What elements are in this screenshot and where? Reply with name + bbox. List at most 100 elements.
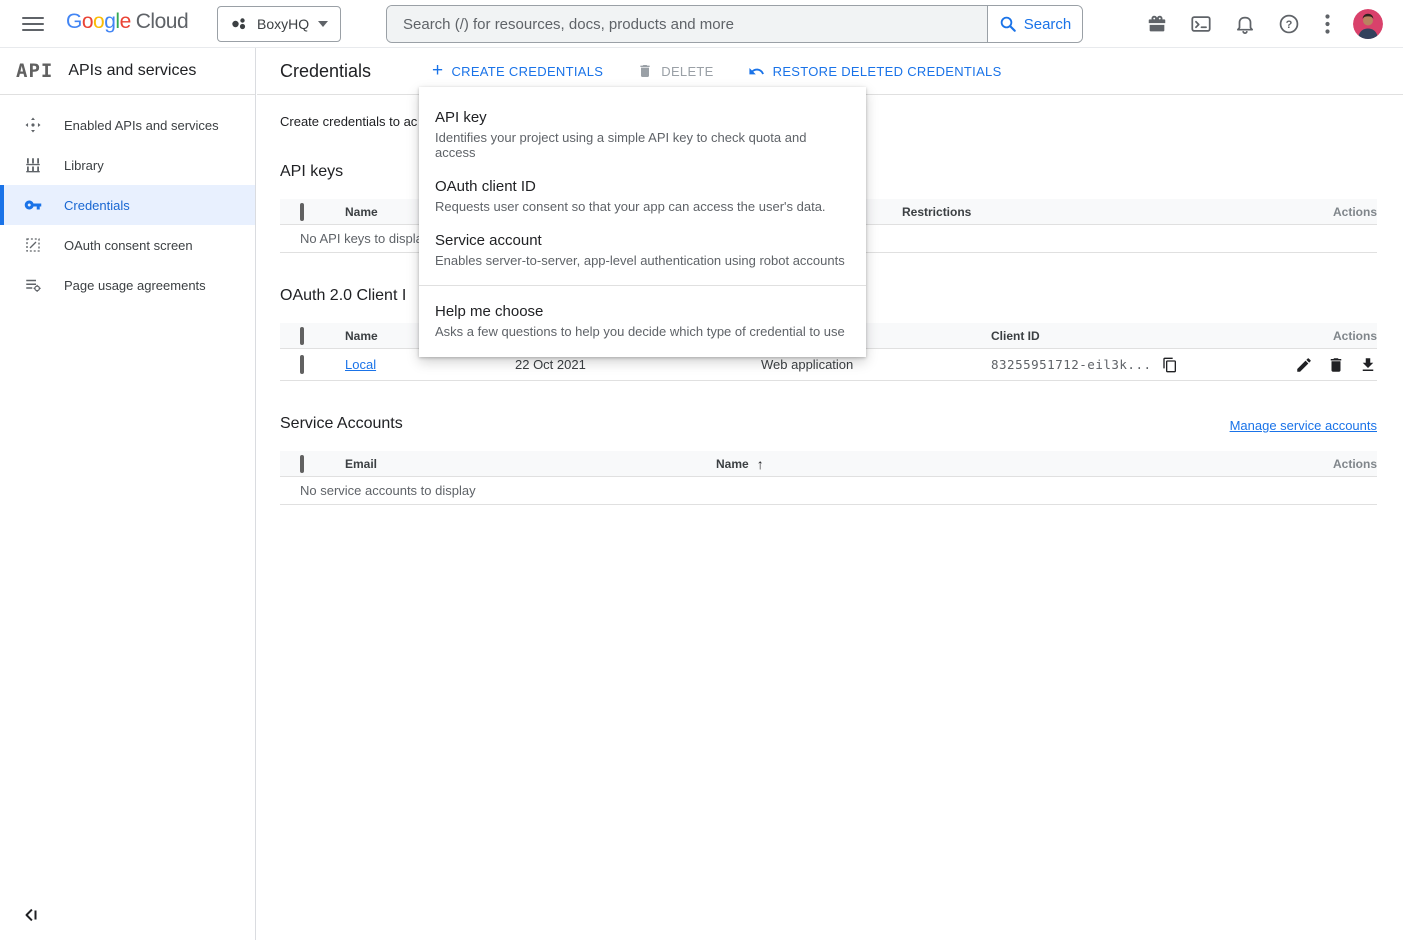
project-icon — [230, 15, 248, 33]
library-icon — [24, 156, 42, 174]
sidebar-item-label: OAuth consent screen — [64, 238, 193, 253]
oauth-client-type: Web application — [761, 357, 991, 372]
undo-icon — [748, 63, 765, 80]
service-accounts-head-row: Service Accounts Manage service accounts — [280, 415, 1377, 433]
menu-item-help-me-choose[interactable]: Help me choose Asks a few questions to h… — [419, 294, 866, 348]
search-button[interactable]: Search — [987, 6, 1082, 42]
column-header-email[interactable]: Email — [345, 457, 716, 471]
menu-item-title: API key — [435, 109, 850, 126]
name-label: Name — [716, 457, 749, 471]
plus-icon: + — [432, 61, 443, 80]
hamburger-menu-icon[interactable] — [22, 13, 44, 35]
row-checkbox[interactable] — [300, 355, 304, 374]
menu-item-description: Asks a few questions to help you decide … — [435, 324, 850, 339]
logo-letter: e — [120, 10, 131, 33]
project-name: BoxyHQ — [257, 16, 309, 32]
service-accounts-empty-row: No service accounts to display — [280, 477, 1377, 505]
sort-asc-icon[interactable]: ↑ — [757, 456, 764, 472]
menu-item-oauth-client-id[interactable]: OAuth client ID Requests user consent so… — [419, 169, 866, 223]
download-icon[interactable] — [1359, 356, 1377, 374]
menu-item-description: Requests user consent so that your app c… — [435, 199, 850, 214]
menu-item-title: OAuth client ID — [435, 178, 850, 195]
trash-icon — [637, 63, 653, 79]
column-header-name[interactable]: Name ↑ — [716, 456, 1297, 472]
sidebar-item-enabled-apis[interactable]: Enabled APIs and services — [0, 105, 255, 145]
menu-item-description: Identifies your project using a simple A… — [435, 130, 850, 160]
enabled-apis-icon — [24, 116, 42, 134]
manage-service-accounts-link[interactable]: Manage service accounts — [1230, 418, 1377, 433]
menu-item-title: Service account — [435, 232, 850, 249]
menu-item-service-account[interactable]: Service account Enables server-to-server… — [419, 223, 866, 277]
create-credentials-button[interactable]: + CREATE CREDENTIALS — [432, 63, 603, 80]
project-selector[interactable]: BoxyHQ — [217, 6, 341, 42]
key-icon — [24, 196, 42, 214]
collapse-sidebar-icon[interactable] — [22, 906, 42, 926]
sidebar-nav: Enabled APIs and services Library Creden… — [0, 95, 255, 305]
menu-item-title: Help me choose — [435, 303, 850, 320]
delete-button[interactable]: DELETE — [637, 63, 713, 79]
oauth-client-creation-date: 22 Oct 2021 — [515, 357, 761, 372]
api-logo: API — [16, 60, 53, 82]
menu-divider — [419, 285, 866, 286]
kebab-menu-icon[interactable] — [1321, 12, 1333, 36]
help-icon[interactable]: ? — [1277, 12, 1301, 36]
search-icon — [999, 15, 1017, 33]
column-header-actions: Actions — [1297, 205, 1377, 219]
chevron-down-icon — [318, 21, 328, 27]
column-header-client-id[interactable]: Client ID — [991, 329, 1267, 343]
logo-letter: g — [104, 10, 115, 33]
menu-item-description: Enables server-to-server, app-level auth… — [435, 253, 850, 268]
select-all-checkbox[interactable] — [300, 327, 304, 345]
sidebar-item-credentials[interactable]: Credentials — [0, 185, 255, 225]
logo-letter: o — [93, 10, 104, 33]
select-all-checkbox[interactable] — [300, 455, 304, 473]
cloud-shell-icon[interactable] — [1189, 12, 1213, 36]
service-accounts-table: Email Name ↑ Actions No service accounts… — [280, 451, 1377, 505]
oauth-consent-icon — [24, 236, 42, 254]
sidebar-item-label: Page usage agreements — [64, 278, 206, 293]
copy-icon[interactable] — [1162, 357, 1178, 373]
delete-label: DELETE — [661, 64, 713, 79]
edit-icon[interactable] — [1295, 356, 1313, 374]
restore-label: RESTORE DELETED CREDENTIALS — [773, 64, 1002, 79]
create-credentials-label: CREATE CREDENTIALS — [451, 64, 603, 79]
sidebar-item-page-usage[interactable]: Page usage agreements — [0, 265, 255, 305]
create-credentials-menu: API key Identifies your project using a … — [419, 87, 866, 357]
logo-letter: G — [66, 10, 82, 33]
main-content: Credentials + CREATE CREDENTIALS DELETE … — [257, 48, 1403, 940]
sidebar: API APIs and services Enabled APIs and s… — [0, 48, 256, 940]
oauth-client-id: 83255951712-eil3k... — [991, 357, 1152, 372]
select-all-checkbox[interactable] — [300, 203, 304, 221]
row-actions — [1267, 356, 1377, 374]
search-bar: Search — [386, 5, 1083, 43]
service-accounts-header-row: Email Name ↑ Actions — [280, 451, 1377, 477]
delete-icon[interactable] — [1327, 356, 1345, 374]
column-header-actions: Actions — [1267, 329, 1377, 343]
column-header-restrictions[interactable]: Restrictions — [902, 205, 1297, 219]
topbar-icons: ? — [1145, 0, 1403, 48]
sidebar-header: API APIs and services — [0, 48, 255, 95]
google-cloud-logo: Google Cloud — [66, 10, 188, 34]
avatar[interactable] — [1353, 9, 1383, 39]
oauth-client-name-link[interactable]: Local — [345, 357, 376, 372]
service-accounts-title: Service Accounts — [280, 415, 403, 433]
sidebar-item-oauth-consent[interactable]: OAuth consent screen — [0, 225, 255, 265]
sidebar-item-label: Library — [64, 158, 104, 173]
column-header-actions: Actions — [1297, 457, 1377, 471]
logo-cloud-text: Cloud — [136, 10, 188, 34]
sidebar-item-library[interactable]: Library — [0, 145, 255, 185]
search-input[interactable] — [387, 6, 987, 42]
menu-item-api-key[interactable]: API key Identifies your project using a … — [419, 100, 866, 169]
page-title: Credentials — [280, 61, 371, 82]
page-agreements-icon — [24, 276, 42, 294]
svg-text:?: ? — [1286, 19, 1293, 31]
sidebar-item-label: Credentials — [64, 198, 130, 213]
logo-letter: o — [82, 10, 93, 33]
gift-icon[interactable] — [1145, 12, 1169, 36]
top-bar: Google Cloud BoxyHQ Search — [0, 0, 1403, 48]
search-button-label: Search — [1024, 16, 1072, 33]
sidebar-title: APIs and services — [68, 62, 196, 80]
service-accounts-empty-text: No service accounts to display — [300, 483, 1377, 498]
notifications-icon[interactable] — [1233, 12, 1257, 36]
restore-deleted-credentials-button[interactable]: RESTORE DELETED CREDENTIALS — [748, 63, 1002, 80]
